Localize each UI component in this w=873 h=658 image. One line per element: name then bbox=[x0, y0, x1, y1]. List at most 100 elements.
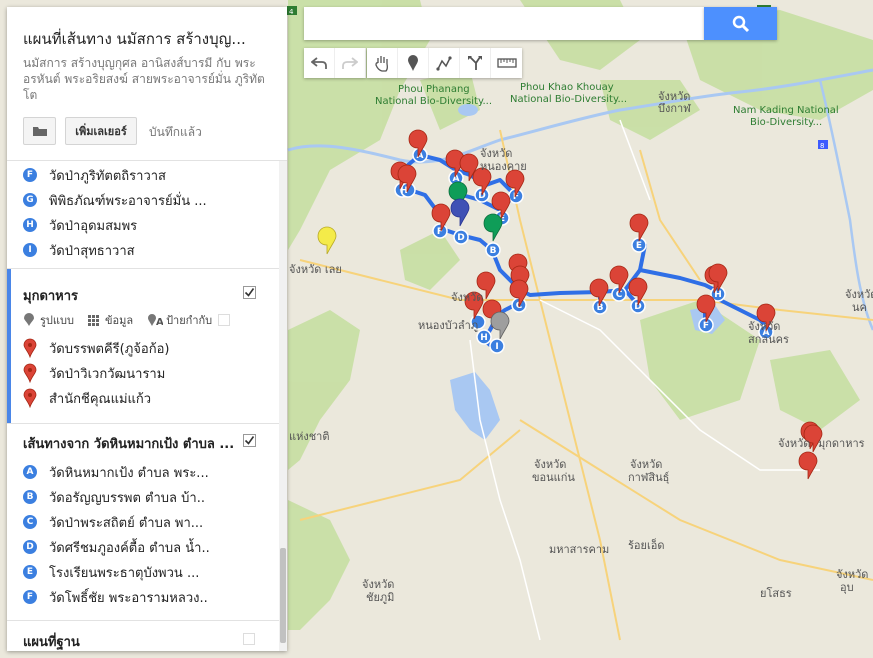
scrollbar-thumb[interactable] bbox=[280, 548, 286, 643]
list-item-label: วัดอรัญญบรรพต ตำบล บ้า.. bbox=[49, 490, 205, 506]
letter-badge: I bbox=[23, 243, 37, 257]
search-button[interactable] bbox=[704, 7, 777, 40]
map-label-roiet: ร้อยเอ็ด bbox=[628, 538, 664, 552]
pan-button[interactable] bbox=[367, 48, 398, 78]
layer-title-route[interactable]: เส้นทางจาก วัดหินหมากเป้ง ตำบล ... bbox=[23, 433, 234, 454]
list-item[interactable]: C วัดป่าพระสถิตย์ ตำบล พา... bbox=[23, 512, 203, 532]
svg-text:F: F bbox=[703, 321, 709, 331]
list-item-label: วัดป่าสุทธาวาส bbox=[49, 243, 135, 259]
data-icon bbox=[87, 314, 99, 326]
list-item[interactable]: H วัดป่าอุดมสมพร bbox=[23, 215, 137, 235]
open-folder-button[interactable] bbox=[23, 117, 56, 145]
list-item-label: พิพิธภัณฑ์พระอาจารย์มั่น ... bbox=[49, 193, 207, 209]
list-item-label: วัดศรีชมภูองค์ตื้อ ตำบล น้ำ.. bbox=[49, 540, 210, 556]
list-item[interactable]: I วัดป่าสุทธาวาส bbox=[23, 240, 135, 260]
layer-title-mukdahan[interactable]: มุกดาหาร bbox=[23, 285, 78, 306]
undo-button[interactable] bbox=[304, 48, 335, 78]
layers-list: F วัดป่าภูริทัตตถิราวาส G พิพิธภัณฑ์พระอาจ… bbox=[7, 161, 279, 651]
add-layer-button[interactable]: เพิ่มเลเยอร์ bbox=[65, 117, 137, 145]
map-label-park: แห่งชาติ bbox=[289, 430, 330, 443]
shape-icon bbox=[436, 56, 452, 71]
list-item[interactable]: F วัดป่าภูริทัตตถิราวาส bbox=[23, 165, 166, 185]
letter-badge: H bbox=[23, 218, 37, 232]
map-label-chaiyaphum: จังหวัดชัยภูมิ bbox=[362, 578, 394, 604]
marker-icon bbox=[408, 55, 418, 71]
labels-link[interactable]: ป้ายกำกับ bbox=[166, 311, 212, 329]
search-icon bbox=[732, 15, 749, 32]
list-item-label: วัดป่าวิเวกวัฒนาราม bbox=[49, 366, 166, 382]
active-layer-indicator bbox=[7, 269, 11, 423]
list-item-label: สำนักชีคุณแม่แก้ว bbox=[49, 391, 152, 407]
layer-tools: รูปแบบ ข้อมูล A ป้ายกำกับ bbox=[23, 310, 231, 330]
panel-header: แผนที่เส้นทาง นมัสการ สร้างบุญ... นมัสกา… bbox=[7, 7, 287, 161]
route-icon bbox=[468, 56, 482, 70]
list-item-label: โรงเรียนพระธาตุบังพวน ... bbox=[49, 565, 200, 581]
layer-options-dropdown[interactable] bbox=[218, 314, 231, 326]
ruler-icon bbox=[496, 58, 517, 68]
list-item[interactable]: B วัดอรัญญบรรพต ตำบล บ้า.. bbox=[23, 487, 205, 507]
svg-text:E: E bbox=[636, 241, 642, 251]
redo-button[interactable] bbox=[335, 48, 366, 78]
checkbox-icon[interactable] bbox=[243, 286, 256, 299]
layers-panel: แผนที่เส้นทาง นมัสการ สร้างบุญ... นมัสกา… bbox=[7, 7, 287, 651]
list-item-label: วัดบรรพตคีรี(ภูจ้อก้อ) bbox=[49, 341, 170, 357]
svg-text:I: I bbox=[495, 342, 498, 352]
toolbar-history bbox=[304, 48, 366, 78]
hand-icon bbox=[375, 56, 388, 72]
letter-badge: E bbox=[23, 565, 37, 579]
list-item[interactable]: D วัดศรีชมภูองค์ตื้อ ตำบล น้ำ.. bbox=[23, 537, 210, 557]
data-link[interactable]: ข้อมูล bbox=[105, 311, 133, 329]
directions-button[interactable] bbox=[460, 48, 491, 78]
list-item[interactable]: G พิพิธภัณฑ์พระอาจารย์มั่น ... bbox=[23, 190, 207, 210]
svg-text:H: H bbox=[714, 290, 722, 300]
list-item[interactable]: F วัดโพธิ์ชัย พระอารามหลวง.. bbox=[23, 587, 208, 607]
style-link[interactable]: รูปแบบ bbox=[40, 311, 74, 329]
letter-badge: F bbox=[23, 168, 37, 182]
draw-line-button[interactable] bbox=[429, 48, 460, 78]
measure-button[interactable] bbox=[491, 48, 522, 78]
map-label-phou-khao: Phou Khao Khouay National Bio-Diversity..… bbox=[510, 82, 627, 105]
pin-icon bbox=[23, 363, 37, 383]
letter-badge: G bbox=[23, 193, 37, 207]
map-title[interactable]: แผนที่เส้นทาง นมัสการ สร้างบุญ... bbox=[23, 27, 278, 51]
svg-text:A: A bbox=[156, 317, 163, 327]
save-status: บันทึกแล้ว bbox=[149, 125, 202, 139]
checkbox-icon[interactable] bbox=[243, 434, 256, 447]
divider bbox=[7, 620, 279, 621]
label-icon: A bbox=[148, 314, 163, 327]
list-item[interactable]: สำนักชีคุณแม่แก้ว bbox=[23, 388, 151, 408]
list-item-label: วัดป่าพระสถิตย์ ตำบล พา... bbox=[49, 515, 204, 531]
base-map-title[interactable]: แผนที่ฐาน bbox=[23, 631, 80, 651]
add-marker-button[interactable] bbox=[398, 48, 429, 78]
svg-text:8: 8 bbox=[820, 142, 824, 150]
pin-icon bbox=[23, 388, 37, 408]
letter-badge: D bbox=[23, 540, 37, 554]
svg-text:H: H bbox=[480, 333, 488, 343]
style-icon bbox=[24, 313, 34, 326]
folder-icon bbox=[32, 127, 47, 136]
divider bbox=[7, 268, 279, 269]
svg-text:B: B bbox=[490, 246, 497, 256]
svg-text:4: 4 bbox=[289, 8, 294, 16]
list-item[interactable]: E โรงเรียนพระธาตุบังพวน ... bbox=[23, 562, 199, 582]
base-map-dropdown[interactable] bbox=[243, 633, 255, 645]
list-item[interactable]: วัดบรรพตคีรี(ภูจ้อก้อ) bbox=[23, 338, 169, 358]
divider bbox=[7, 423, 279, 424]
toolbar-tools bbox=[367, 48, 522, 78]
undo-icon bbox=[311, 57, 327, 69]
letter-badge: B bbox=[23, 490, 37, 504]
redo-icon bbox=[342, 57, 358, 69]
map-label-loei: จังหวัด เลย bbox=[289, 263, 342, 276]
map-label-yasothon: ยโสธร bbox=[760, 586, 792, 600]
map-label-bueng: จังหวัดบึงกาฬ bbox=[658, 90, 691, 115]
map-description[interactable]: นมัสการ สร้างบุญกุศล อานิสงส์บารมี กับ พ… bbox=[23, 55, 275, 103]
letter-badge: A bbox=[23, 465, 37, 479]
list-item[interactable]: A วัดหินหมากเป้ง ตำบล พระ... bbox=[23, 462, 209, 482]
map-label-mahasarakham: มหาสารคาม bbox=[549, 543, 609, 556]
letter-badge: F bbox=[23, 590, 37, 604]
letter-badge: C bbox=[23, 515, 37, 529]
list-item-label: วัดโพธิ์ชัย พระอารามหลวง.. bbox=[49, 590, 208, 606]
search-input[interactable] bbox=[304, 7, 704, 40]
list-item[interactable]: วัดป่าวิเวกวัฒนาราม bbox=[23, 363, 165, 383]
list-item-label: วัดป่าภูริทัตตถิราวาส bbox=[49, 168, 166, 184]
